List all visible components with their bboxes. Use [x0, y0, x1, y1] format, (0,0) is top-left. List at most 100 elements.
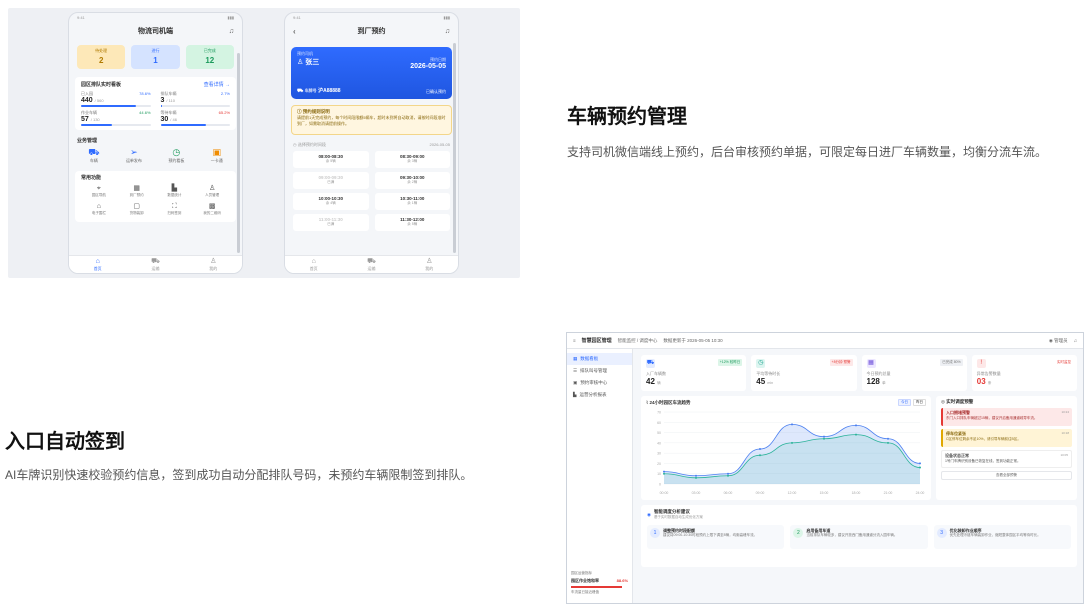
tab-transport[interactable]: ⛟ 运输 — [367, 258, 376, 272]
function-item[interactable]: ▩ 我的二维码 — [194, 202, 230, 216]
alert-item[interactable]: 停车位紧张 10:18 C区停车位剩余不足10%，请引导车辆前往B区。 — [941, 429, 1072, 447]
x-tick-label: 06:00 — [724, 491, 733, 495]
menu-icon[interactable]: ≡ — [573, 338, 576, 343]
business-item[interactable]: ▣ 一卡通 — [211, 147, 223, 164]
kpi-card[interactable]: ⛟ +12% 较昨日 入厂车辆数 42 辆 — [641, 355, 747, 391]
tab-transport[interactable]: ⛟ 运输 — [151, 258, 160, 272]
suggestion-item[interactable]: 3 优化装卸作业顺序 优先处理冷链车辆装卸作业，缩短整体园区平均等待时长。 — [933, 525, 1071, 549]
screen-title-text: 物流司机端 — [138, 28, 173, 35]
common-functions-card: 常用功能 ⌖ 园区导航 ▦ 到厂预约 ▙ 数据统计 ♙ 人员管理 ⌂ 电子围栏 ▢ 货物装卸… — [75, 171, 236, 222]
tab-me[interactable]: ♙ 我的 — [209, 258, 217, 272]
function-item[interactable]: ⌖ 园区导航 — [81, 184, 117, 198]
scrollbar[interactable] — [453, 43, 456, 253]
switch-today[interactable]: 今日 — [898, 399, 911, 406]
truck-icon: ⛟ — [646, 359, 655, 368]
function-item[interactable]: ▙ 数据统计 — [157, 184, 193, 198]
kpi-card[interactable]: ! 实时监控 异常告警数量 03 条 — [971, 355, 1077, 391]
user-icon: ♙ — [426, 257, 433, 265]
data-point[interactable] — [791, 441, 793, 444]
time-slot[interactable]: 10:00-10:30 余 4辆 — [293, 193, 369, 210]
time-slot[interactable]: 08:00-08:30 余 5辆 — [293, 151, 369, 168]
kpi-card[interactable]: ◷ +8分钟 预警 平均等待时长 45 min — [751, 355, 857, 391]
user-menu[interactable]: ◉ 管理员 — [1049, 338, 1068, 344]
function-item[interactable]: ▢ 货物装卸 — [119, 202, 155, 216]
view-all-alerts-button[interactable]: 查看全部预警 — [941, 471, 1072, 480]
data-point[interactable] — [823, 437, 825, 440]
screen-title-text: 到厂预约 — [357, 28, 386, 35]
data-point[interactable] — [663, 472, 665, 475]
calendar-icon: ▦ — [866, 359, 876, 368]
metric-working: 作业车辆 44.6% 57 / 130 — [81, 110, 151, 126]
driver-home-screen: 9:41 ▮▮▮ 物流司机端 ♫ 待处理 2 进行 1 已完成 12 园区排队实时看板 查… — [68, 12, 243, 274]
time-slot[interactable]: 08:30-09:00 余 3辆 — [374, 151, 450, 168]
data-point[interactable] — [727, 474, 729, 477]
function-item[interactable]: ⛶ 扫码签到 — [157, 202, 193, 216]
data-point[interactable] — [919, 462, 921, 465]
data-point[interactable] — [759, 454, 761, 457]
alert-item[interactable]: 设备状态正常 10:05 1号门车牌识别设备已恢复在线，签到功能正常。 — [941, 450, 1072, 468]
function-item[interactable]: ♙ 人员管理 — [194, 184, 230, 198]
bell-icon[interactable]: ♫ — [445, 23, 450, 41]
data-point[interactable] — [695, 476, 697, 479]
top-bar: ≡ 智慧园区管理 智能监控 / 调度中心 数据更新于 2026-05-05 10… — [567, 333, 1083, 349]
slots-header: ◷ 选择预约时间段 2026-05-05 — [293, 142, 450, 147]
business-item[interactable]: ⛟ 车辆 — [88, 147, 99, 164]
grid-icon: ▦ — [573, 356, 578, 361]
x-tick-label: 03:00 — [692, 491, 701, 495]
function-item[interactable]: ⌂ 电子围栏 — [81, 202, 117, 216]
summary-stats: 待处理 2 进行 1 已完成 12 — [69, 41, 242, 73]
alert-item[interactable]: 入口拥堵预警 10:24 东门入口排队车辆超过15辆，建议开启备用通道疏导车流。 — [941, 408, 1072, 426]
truck-icon: ⛟ — [88, 147, 100, 157]
data-point[interactable] — [727, 472, 729, 475]
screen-title: 物流司机端 ♫ — [69, 23, 242, 41]
sidebar-item-reports[interactable]: ▙ 运营分析报表 — [567, 389, 632, 401]
chart-icon: ▙ — [171, 185, 178, 192]
business-section-title: 业务管理 — [77, 138, 98, 144]
data-point[interactable] — [695, 474, 697, 477]
time-slot[interactable]: 10:30-11:00 余 1辆 — [374, 193, 450, 210]
clock-icon: ◷ — [293, 142, 297, 147]
data-point[interactable] — [823, 435, 825, 438]
kpi-card[interactable]: ▦ 已完成 80% 今日预约总量 128 单 — [861, 355, 967, 391]
sidebar-item-review[interactable]: ▣ 预约审核中心 — [567, 377, 632, 389]
bell-icon[interactable]: ♫ — [1074, 338, 1077, 343]
data-point[interactable] — [791, 423, 793, 426]
stat-in-progress[interactable]: 进行 1 — [131, 45, 180, 69]
business-item[interactable]: ➢ 运单发布 — [126, 147, 142, 164]
tab-home[interactable]: ⌂ 首页 — [310, 258, 318, 272]
time-slot[interactable]: 11:30-12:00 余 5辆 — [374, 214, 450, 231]
calendar-icon: ▦ — [133, 185, 140, 192]
data-point[interactable] — [855, 424, 857, 427]
stat-done[interactable]: 已完成 12 — [185, 45, 234, 69]
view-details-link[interactable]: 查看详情 → — [204, 81, 230, 88]
switch-yesterday[interactable]: 昨日 — [913, 399, 926, 406]
main-content: ⛟ +12% 较昨日 入厂车辆数 42 辆 ◷ +8分钟 预警 平均等待时长 4… — [641, 355, 1077, 599]
send-icon: ➢ — [130, 147, 138, 157]
suggestion-item[interactable]: 2 启用备用车道 当前排队车辆较多，建议开放西门备用通道分流入园车辆。 — [790, 525, 928, 549]
tab-home[interactable]: ⌂ 首页 — [94, 258, 102, 272]
data-point[interactable] — [919, 466, 921, 469]
bottom-tabbar: ⌂ 首页 ⛟ 运输 ♙ 我的 — [69, 255, 242, 273]
data-point[interactable] — [887, 437, 889, 440]
back-icon[interactable]: ‹ — [293, 23, 296, 41]
sidebar-item-dashboard[interactable]: ▦ 数据看板 — [567, 353, 632, 365]
suggestion-item[interactable]: 1 调整预约时段配额 建议将09:00-10:30时段预约上限下调至8辆，均衡高峰车… — [647, 525, 785, 549]
tab-me[interactable]: ♙ 我的 — [425, 258, 433, 272]
clock-icon: ◷ — [172, 147, 181, 157]
bell-icon[interactable]: ♫ — [229, 23, 234, 41]
lightbulb-icon: ◉ — [647, 511, 651, 517]
scrollbar[interactable] — [237, 53, 240, 253]
data-point[interactable] — [855, 433, 857, 436]
data-point[interactable] — [759, 448, 761, 451]
data-point[interactable] — [887, 441, 889, 444]
data-point[interactable] — [663, 470, 665, 473]
metric-waiting: 等待车辆 65.2% 30 / 46 — [160, 110, 230, 126]
plate-number: 沪A88888 — [318, 88, 341, 94]
function-item[interactable]: ▦ 到厂预约 — [119, 184, 155, 198]
stat-pending[interactable]: 待处理 2 — [77, 45, 126, 69]
time-slot[interactable]: 09:30-10:00 余 2辆 — [374, 172, 450, 189]
pin-icon: ⌖ — [96, 185, 101, 192]
sidebar-item-queue[interactable]: ☰ 排队叫号管理 — [567, 365, 632, 377]
check-icon: ▣ — [573, 380, 578, 385]
business-item[interactable]: ◷ 预约看板 — [168, 147, 184, 164]
